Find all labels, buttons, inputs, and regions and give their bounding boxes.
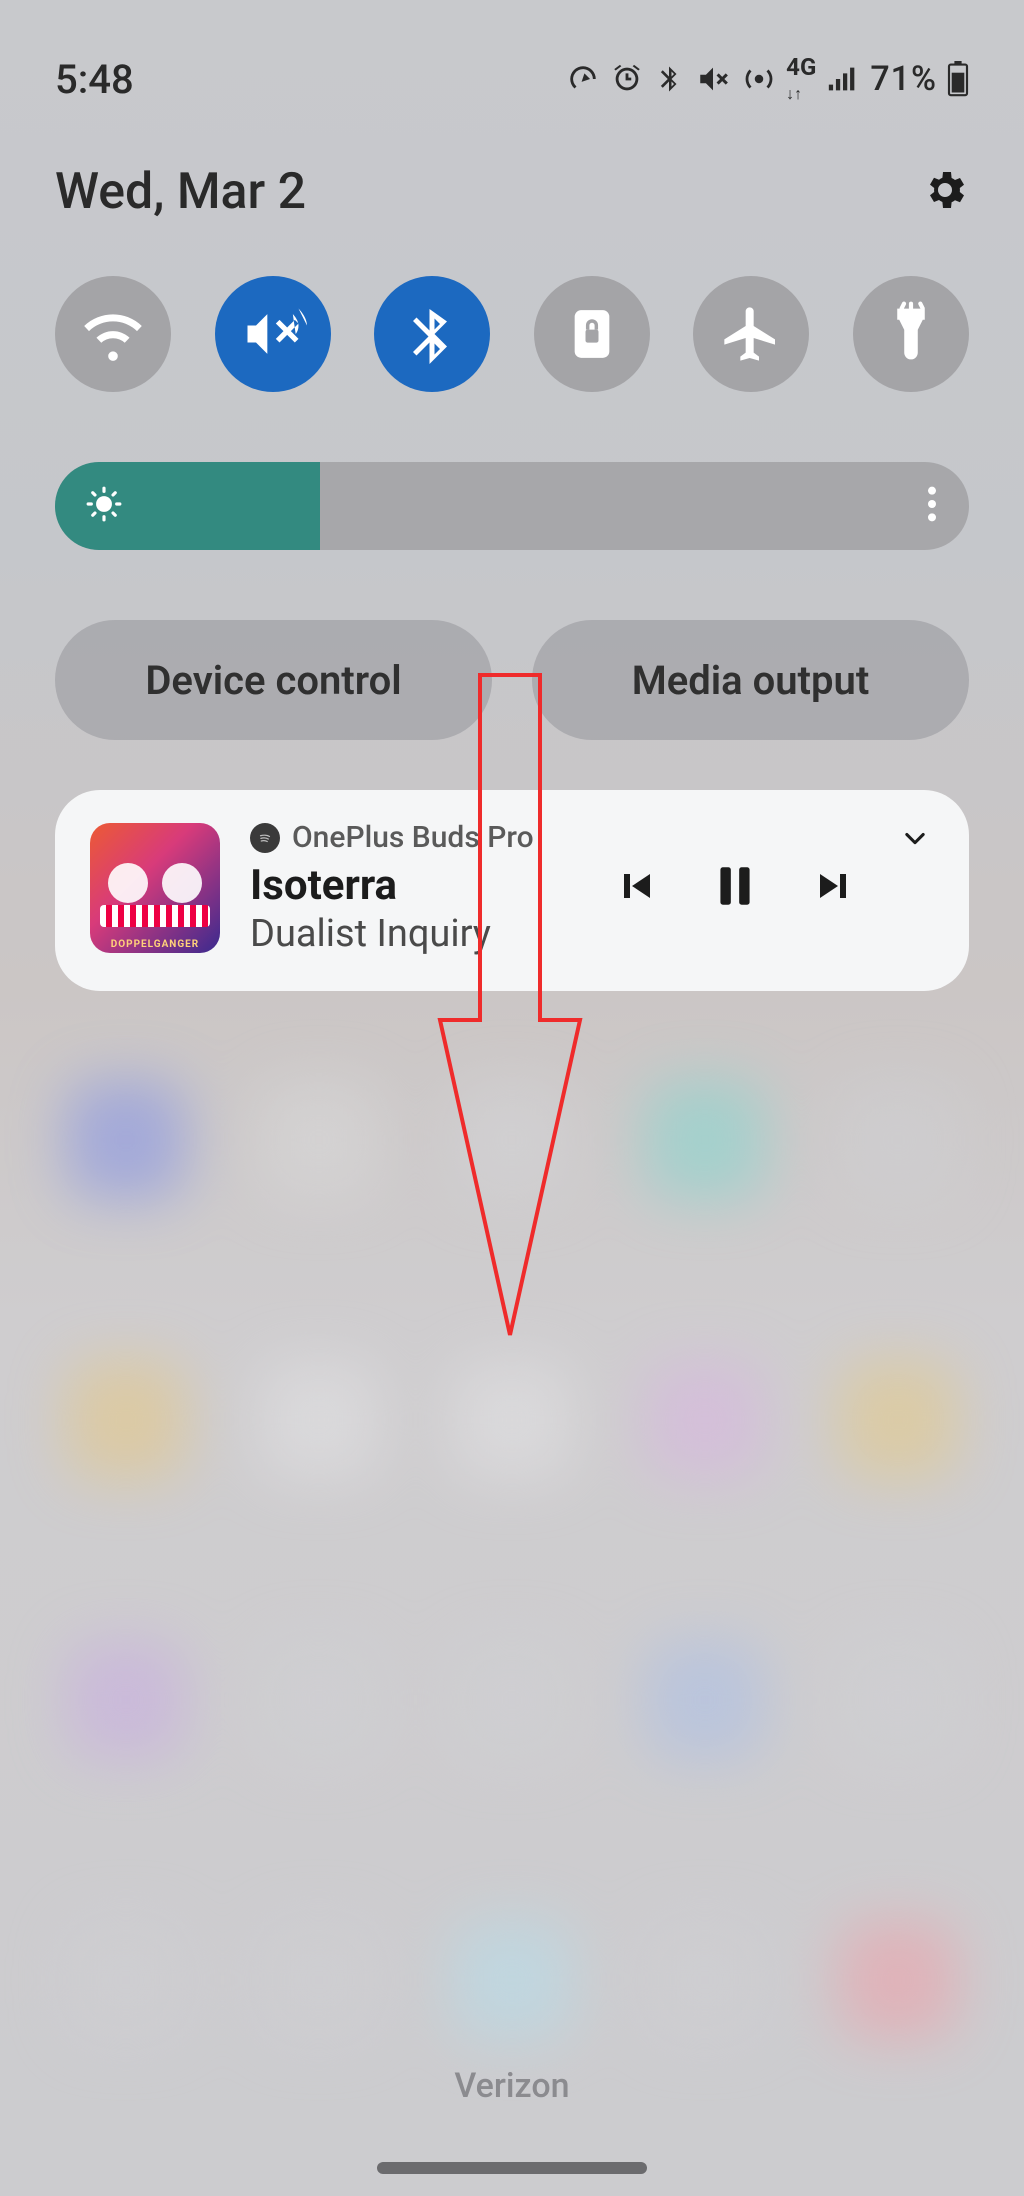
brightness-icon — [85, 485, 123, 527]
signal-icon — [826, 64, 860, 94]
airplane-icon — [719, 302, 783, 366]
brightness-more-button[interactable] — [925, 484, 939, 528]
hotspot-icon — [742, 62, 776, 96]
chevron-down-icon — [896, 824, 934, 852]
sound-vibrate-toggle[interactable] — [215, 276, 331, 392]
skip-previous-icon — [612, 862, 660, 910]
media-artist: Dualist Inquiry — [250, 912, 582, 956]
mute-icon — [694, 62, 732, 96]
spotify-icon — [250, 823, 280, 853]
carrier-label: Verizon — [0, 2066, 1024, 2106]
brightness-slider[interactable] — [55, 462, 969, 550]
settings-button[interactable] — [921, 166, 969, 218]
bluetooth-icon — [654, 62, 684, 96]
flashlight-icon — [883, 301, 939, 367]
navigation-handle[interactable] — [377, 2162, 647, 2174]
network-type-label: 4G↓↑ — [786, 55, 816, 103]
device-control-button[interactable]: Device control — [55, 620, 492, 740]
rotation-lock-icon — [566, 303, 618, 365]
speedometer-icon — [566, 62, 600, 96]
media-output-button[interactable]: Media output — [532, 620, 969, 740]
media-next-button[interactable] — [810, 862, 858, 914]
more-vertical-icon — [925, 484, 939, 524]
media-expand-button[interactable] — [896, 824, 934, 856]
quick-toggles-row — [55, 276, 969, 392]
vibrate-mute-icon — [239, 300, 307, 368]
battery-percent: 71% — [870, 59, 937, 99]
media-previous-button[interactable] — [612, 862, 660, 914]
battery-icon — [947, 61, 969, 97]
flashlight-toggle[interactable] — [853, 276, 969, 392]
album-art: DOPPELGANGER — [90, 823, 220, 953]
status-bar: 5:48 4G↓↑ 71% — [55, 55, 969, 103]
bluetooth-toggle[interactable] — [374, 276, 490, 392]
pause-icon — [710, 858, 760, 914]
media-device-label: OnePlus Buds Pro — [292, 820, 534, 855]
alarm-icon — [610, 62, 644, 96]
bluetooth-icon — [402, 298, 462, 370]
date-label: Wed, Mar 2 — [55, 163, 306, 221]
device-control-label: Device control — [145, 657, 401, 704]
media-output-label: Media output — [632, 657, 870, 704]
wifi-toggle[interactable] — [55, 276, 171, 392]
gear-icon — [921, 166, 969, 214]
status-time: 5:48 — [55, 56, 134, 103]
wifi-icon — [81, 302, 145, 366]
airplane-mode-toggle[interactable] — [693, 276, 809, 392]
skip-next-icon — [810, 862, 858, 910]
media-song-title: Isoterra — [250, 861, 582, 910]
media-notification[interactable]: DOPPELGANGER OnePlus Buds Pro Isoterra D… — [55, 790, 969, 991]
media-pause-button[interactable] — [710, 858, 760, 918]
rotation-lock-toggle[interactable] — [534, 276, 650, 392]
